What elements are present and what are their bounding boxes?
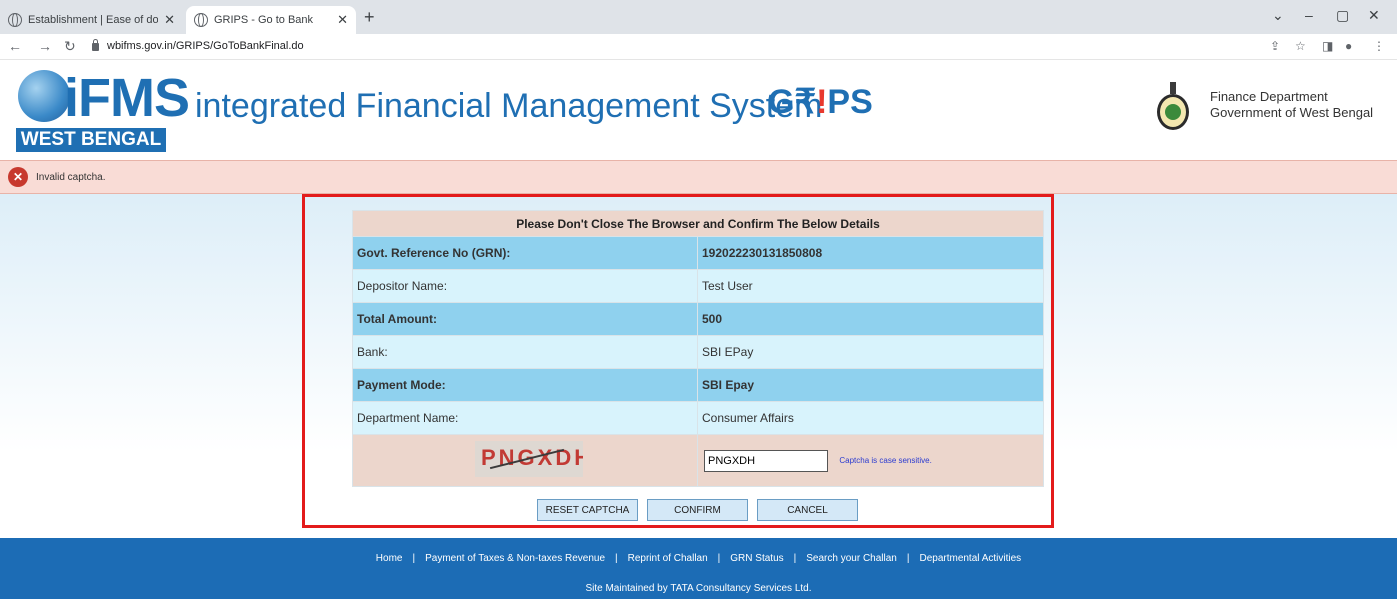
payment-mode-label: Payment Mode: (352, 368, 698, 402)
state-emblem-icon (1153, 82, 1193, 132)
footer-link-search-challan[interactable]: Search your Challan (806, 553, 897, 564)
reload-icon[interactable]: ↻ (64, 38, 76, 55)
close-tab-icon[interactable]: ✕ (164, 12, 175, 28)
address-bar: ← → ↻ wbifms.gov.in/GRIPS/GoToBankFinal.… (0, 34, 1397, 60)
menu-icon[interactable]: ⋮ (1373, 39, 1385, 53)
captcha-note: Captcha is case sensitive. (839, 456, 932, 465)
footer-link-payment[interactable]: Payment of Taxes & Non-taxes Revenue (425, 553, 605, 564)
footer-links: Home | Payment of Taxes & Non-taxes Revenu… (0, 553, 1397, 564)
department-label: Department Name: (352, 401, 698, 435)
footer-separator: | (717, 553, 721, 564)
table-row: Bank: SBI EPay (352, 335, 1044, 369)
footer-separator: | (793, 553, 797, 564)
grips-text-bang: ! (816, 83, 828, 121)
table-row: Total Amount: 500 (352, 302, 1044, 336)
logo-text: iFMS (64, 68, 190, 128)
grips-text-pre: G (768, 83, 795, 121)
globe-icon (194, 13, 208, 27)
footer-link-reprint[interactable]: Reprint of Challan (628, 553, 708, 564)
captcha-row: PNGXDH Captcha is case sensitive. (352, 434, 1044, 487)
reset-captcha-button[interactable]: RESET CAPTCHA (537, 499, 638, 521)
bank-value: SBI EPay (697, 335, 1044, 369)
profile-icon[interactable]: ● (1345, 39, 1352, 53)
table-row: Govt. Reference No (GRN): 19202223013185… (352, 236, 1044, 270)
bookmark-star-icon[interactable]: ☆ (1295, 39, 1306, 53)
footer-link-departmental[interactable]: Departmental Activities (919, 553, 1021, 564)
share-icon[interactable]: ⇪ (1270, 39, 1280, 53)
cancel-button[interactable]: CANCEL (757, 499, 858, 521)
globe-logo-icon (18, 70, 70, 122)
footer-link-grn-status[interactable]: GRN Status (730, 553, 783, 564)
captcha-image: PNGXDH (475, 441, 583, 477)
url-text: wbifms.gov.in/GRIPS/GoToBankFinal.do (107, 40, 304, 52)
department-value: Consumer Affairs (697, 401, 1044, 435)
grn-label: Govt. Reference No (GRN): (352, 236, 698, 270)
table-row: Payment Mode: SBI Epay (352, 368, 1044, 402)
error-icon: ✕ (8, 167, 28, 187)
new-tab-icon[interactable]: + (364, 7, 375, 28)
ifms-logo: iFMS WEST BENGAL (16, 66, 190, 152)
grips-logo: G₹!PS (768, 82, 873, 122)
depositor-label: Depositor Name: (352, 269, 698, 303)
amount-label: Total Amount: (352, 302, 698, 336)
grips-text-post: PS (827, 83, 873, 121)
app-title: integrated Financial Management System (195, 87, 823, 125)
captcha-image-cell: PNGXDH (352, 434, 698, 487)
tab-search-icon[interactable]: ⌄ (1272, 7, 1284, 24)
minimize-icon[interactable]: – (1305, 7, 1313, 23)
tab-title: Establishment | Ease of doing bu (28, 14, 159, 26)
payment-mode-value: SBI Epay (697, 368, 1044, 402)
close-tab-icon[interactable]: ✕ (337, 12, 348, 28)
browser-tab-establishment[interactable]: Establishment | Ease of doing bu ✕ (0, 6, 183, 34)
table-row: Depositor Name: Test User (352, 269, 1044, 303)
logo-band: WEST BENGAL (16, 128, 166, 152)
confirm-details-table: Please Don't Close The Browser and Confi… (352, 210, 1044, 487)
amount-value: 500 (697, 302, 1044, 336)
depositor-value: Test User (697, 269, 1044, 303)
error-message: Invalid captcha. (36, 171, 106, 183)
tab-title: GRIPS - Go to Bank (214, 14, 314, 26)
table-header-row: Please Don't Close The Browser and Confi… (352, 210, 1044, 237)
footer-separator: | (615, 553, 618, 564)
captcha-input-cell: Captcha is case sensitive. (697, 434, 1044, 487)
table-row: Department Name: Consumer Affairs (352, 401, 1044, 435)
browser-tab-bar: Establishment | Ease of doing bu ✕ GRIPS… (0, 0, 1397, 34)
error-banner: ✕ Invalid captcha. (0, 160, 1397, 194)
footer-link-home[interactable]: Home (376, 553, 403, 564)
browser-tab-grips[interactable]: GRIPS - Go to Bank ✕ (186, 6, 356, 34)
confirm-button[interactable]: CONFIRM (647, 499, 748, 521)
form-heading: Please Don't Close The Browser and Confi… (352, 210, 1044, 237)
dept-line-2: Government of West Bengal (1210, 105, 1374, 120)
grn-value: 192022230131850808 (697, 236, 1044, 270)
site-header: iFMS WEST BENGAL integrated Financial Ma… (0, 60, 1397, 160)
footer-separator: | (412, 553, 416, 564)
captcha-input[interactable] (704, 449, 828, 472)
restore-icon[interactable]: ▢ (1336, 7, 1349, 24)
forward-icon[interactable]: → (38, 38, 52, 54)
grips-text-rupee: ₹ (794, 83, 817, 121)
site-footer: Home | Payment of Taxes & Non-taxes Revenu… (0, 538, 1397, 599)
footer-note: Site Maintained by TATA Consultancy Serv… (585, 583, 812, 594)
close-window-icon[interactable]: ✕ (1368, 7, 1380, 24)
footer-separator: | (906, 553, 910, 564)
back-icon[interactable]: ← (8, 38, 22, 54)
globe-icon (8, 13, 22, 27)
side-panel-icon[interactable]: ◨ (1322, 39, 1333, 53)
lock-icon (92, 39, 99, 51)
finance-department-label: Finance Department Government of West Be… (1210, 89, 1373, 121)
url-field[interactable]: wbifms.gov.in/GRIPS/GoToBankFinal.do (92, 39, 304, 52)
bank-label: Bank: (352, 335, 698, 369)
dept-line-1: Finance Department (1210, 89, 1328, 104)
